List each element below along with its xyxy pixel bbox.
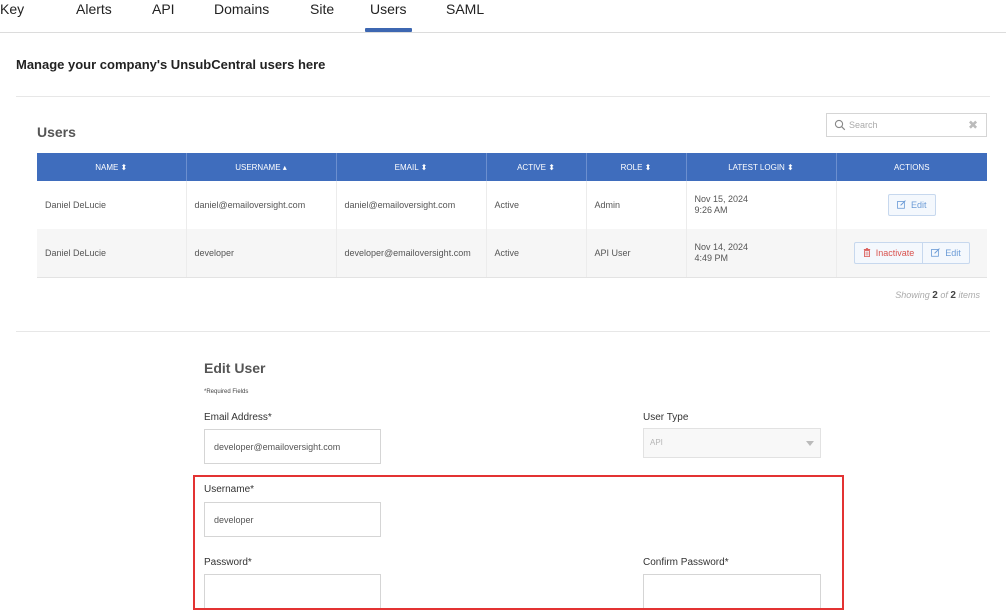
cell-actions: Inactivate Edit bbox=[836, 229, 987, 278]
section-divider bbox=[16, 96, 990, 97]
chevron-down-icon bbox=[806, 441, 814, 446]
email-field[interactable] bbox=[204, 429, 381, 464]
cell-role: Admin bbox=[586, 181, 687, 229]
user-type-select[interactable]: API bbox=[643, 428, 821, 458]
edit-button[interactable]: Edit bbox=[887, 194, 936, 216]
edit-icon bbox=[931, 247, 941, 257]
pagination-summary: Showing 2 of 2 items bbox=[895, 290, 980, 301]
active-tab-indicator bbox=[365, 28, 412, 32]
cell-latest-login: Nov 15, 2024 9:26 AM bbox=[686, 181, 837, 229]
cell-latest-login: Nov 14, 2024 4:49 PM bbox=[686, 229, 837, 278]
inactivate-button[interactable]: Inactivate bbox=[853, 241, 924, 264]
shown-count: 2 bbox=[932, 290, 938, 301]
clear-search-icon[interactable]: ✖ bbox=[968, 118, 978, 132]
cell-username: developer bbox=[186, 229, 337, 278]
login-date: Nov 14, 2024 bbox=[694, 241, 749, 252]
column-header-latest-login[interactable]: LATEST LOGIN ⬍ bbox=[686, 153, 837, 181]
login-time: 9:26 AM bbox=[694, 205, 728, 215]
table-row: Daniel DeLucie daniel@emailoversight.com… bbox=[37, 181, 987, 229]
page-title: Manage your company's UnsubCentral users… bbox=[16, 57, 326, 72]
showing-of: of bbox=[940, 290, 948, 300]
section-divider bbox=[16, 331, 990, 332]
cell-username: daniel@emailoversight.com bbox=[186, 181, 337, 229]
trash-icon bbox=[863, 247, 870, 257]
tab-alerts[interactable]: Alerts bbox=[76, 1, 112, 17]
cell-role: API User bbox=[586, 229, 687, 278]
cell-name: Daniel DeLucie bbox=[37, 229, 187, 278]
total-count: 2 bbox=[950, 290, 956, 301]
user-type-label: User Type bbox=[643, 412, 689, 423]
inactivate-button-label: Inactivate bbox=[875, 247, 915, 258]
showing-suffix: items bbox=[958, 290, 980, 300]
column-header-email[interactable]: EMAIL ⬍ bbox=[336, 153, 487, 181]
column-header-active[interactable]: ACTIVE ⬍ bbox=[486, 153, 587, 181]
showing-prefix: Showing bbox=[895, 290, 930, 300]
users-table: NAME ⬍ USERNAME ▴ EMAIL ⬍ ACTIVE ⬍ ROLE … bbox=[37, 153, 987, 278]
cell-email: daniel@emailoversight.com bbox=[336, 181, 487, 229]
login-date: Nov 15, 2024 bbox=[694, 194, 749, 204]
action-button-group: Inactivate Edit bbox=[853, 241, 970, 264]
edit-button[interactable]: Edit bbox=[923, 241, 970, 264]
edit-icon bbox=[897, 200, 906, 209]
cell-name: Daniel DeLucie bbox=[37, 181, 187, 229]
tab-api[interactable]: API bbox=[152, 1, 175, 17]
tab-saml[interactable]: SAML bbox=[446, 1, 484, 17]
users-heading: Users bbox=[37, 124, 76, 140]
cell-active: Active bbox=[486, 181, 587, 229]
tab-domains[interactable]: Domains bbox=[214, 1, 269, 17]
tab-key[interactable]: Key bbox=[0, 1, 24, 17]
search-icon bbox=[834, 119, 846, 131]
user-type-value: API bbox=[650, 438, 663, 447]
column-header-actions: ACTIONS bbox=[836, 153, 987, 181]
tab-site[interactable]: Site bbox=[310, 1, 334, 17]
edit-button-label: Edit bbox=[910, 200, 927, 210]
top-tab-bar: Key Alerts API Domains Site Users SAML bbox=[0, 0, 1006, 33]
search-box: ✖ bbox=[826, 113, 987, 137]
column-header-username[interactable]: USERNAME ▴ bbox=[186, 153, 337, 181]
highlight-annotation-box bbox=[193, 475, 844, 610]
email-label: Email Address* bbox=[204, 412, 272, 423]
cell-active: Active bbox=[486, 229, 587, 278]
cell-email: developer@emailoversight.com bbox=[336, 229, 487, 278]
edit-user-title: Edit User bbox=[204, 360, 266, 376]
table-row: Daniel DeLucie developer developer@email… bbox=[37, 229, 987, 278]
cell-actions: Edit bbox=[836, 181, 987, 229]
required-fields-note: *Required Fields bbox=[204, 389, 249, 395]
edit-button-label: Edit bbox=[945, 247, 961, 258]
search-input[interactable] bbox=[849, 117, 959, 133]
tab-users[interactable]: Users bbox=[370, 1, 407, 17]
login-time: 4:49 PM bbox=[694, 252, 729, 263]
column-header-role[interactable]: ROLE ⬍ bbox=[586, 153, 687, 181]
column-header-name[interactable]: NAME ⬍ bbox=[37, 153, 187, 181]
table-header-row: NAME ⬍ USERNAME ▴ EMAIL ⬍ ACTIVE ⬍ ROLE … bbox=[37, 153, 987, 181]
